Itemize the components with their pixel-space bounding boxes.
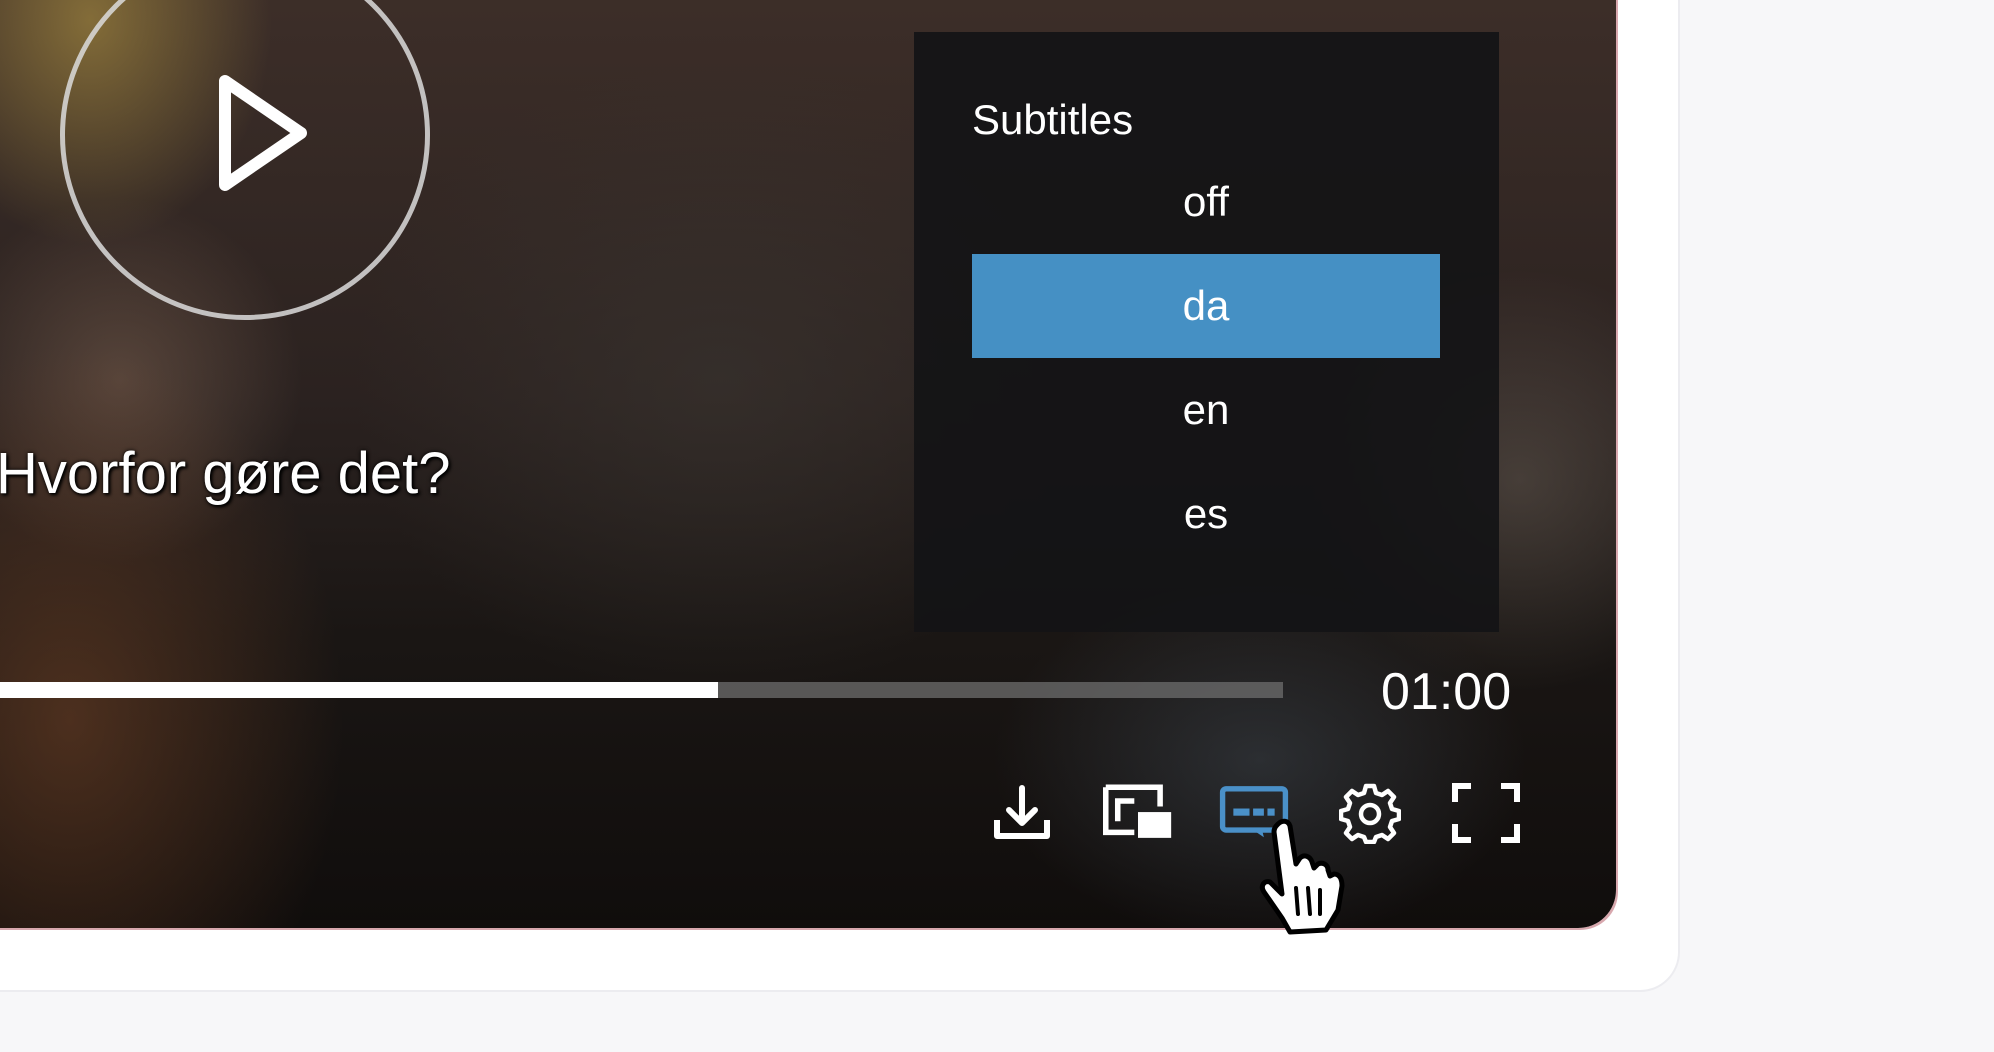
- download-icon: [994, 785, 1050, 839]
- subtitles-menu-title: Subtitles: [972, 96, 1134, 143]
- subtitle-option-en[interactable]: en: [972, 358, 1440, 462]
- picture-in-picture-button[interactable]: [1103, 778, 1173, 848]
- play-icon: [219, 75, 307, 191]
- subtitle-option-es[interactable]: es: [972, 462, 1440, 566]
- fullscreen-button[interactable]: [1451, 778, 1521, 848]
- subtitle-caption: Hvorfor gøre det?: [0, 441, 451, 506]
- progress-bar[interactable]: [0, 682, 1283, 698]
- gear-icon: [1339, 783, 1401, 844]
- fullscreen-icon: [1452, 783, 1520, 843]
- big-play-button[interactable]: [60, 0, 430, 320]
- progress-played: [0, 682, 719, 698]
- video-player[interactable]: Hvorfor gøre det? 01:00 Subtitles off da…: [0, 0, 1616, 928]
- download-button[interactable]: [987, 778, 1057, 848]
- picture-in-picture-icon: [1103, 784, 1172, 838]
- subtitle-option-da[interactable]: da: [972, 254, 1440, 358]
- subtitles-menu: Subtitles off da en es: [914, 32, 1499, 632]
- hand-cursor-icon: [1259, 818, 1345, 935]
- time-display: 01:00: [1381, 663, 1512, 721]
- subtitle-option-off[interactable]: off: [972, 150, 1440, 254]
